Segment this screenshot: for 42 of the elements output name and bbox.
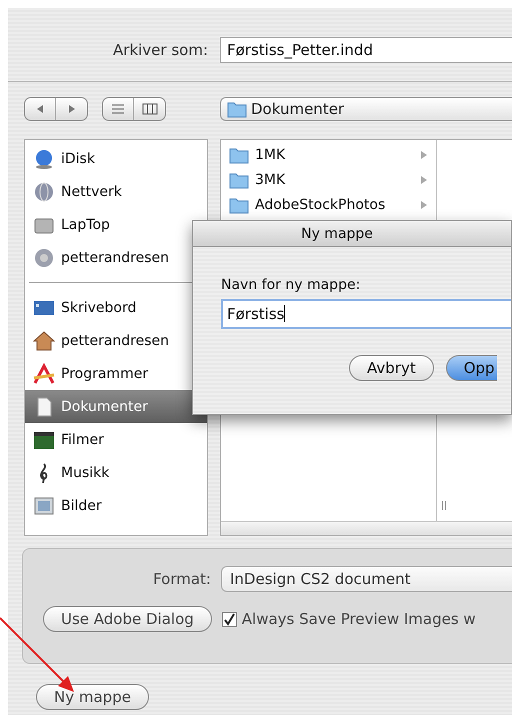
sidebar-item[interactable]: iDisk bbox=[25, 142, 207, 175]
checkbox[interactable] bbox=[222, 612, 237, 626]
sidebar-item[interactable]: Skrivebord bbox=[25, 291, 207, 324]
folder-name-field[interactable]: Førstiss bbox=[221, 299, 511, 329]
folder-row[interactable]: 3MK bbox=[221, 167, 436, 192]
folder-row[interactable]: 1MK bbox=[221, 142, 436, 167]
sidebar-item[interactable]: Nettverk bbox=[25, 175, 207, 208]
folder-row[interactable]: AdobeStockPhotos bbox=[221, 192, 436, 217]
list-icon bbox=[111, 103, 125, 115]
globe-icon bbox=[33, 246, 55, 268]
checkbox-label: Always Save Preview Images w bbox=[242, 610, 476, 628]
format-label: Format: bbox=[152, 570, 211, 588]
default-button[interactable]: Opp bbox=[446, 355, 497, 381]
field-label: Arkiver som: bbox=[112, 41, 208, 59]
sidebar-item[interactable]: Programmer bbox=[25, 357, 207, 390]
file-name-field[interactable]: Førstiss_Petter.indd bbox=[220, 37, 512, 63]
resize-grip-icon[interactable] bbox=[442, 501, 446, 510]
globe-icon bbox=[33, 180, 55, 202]
sidebar-item[interactable]: petterandresen bbox=[25, 324, 207, 357]
folder-icon bbox=[227, 100, 247, 118]
sidebar-item[interactable]: Musikk bbox=[25, 456, 207, 489]
field-label: Navn for ny mappe: bbox=[221, 277, 362, 293]
pencil-ruler-icon bbox=[33, 362, 55, 384]
location-popup[interactable]: Dokumenter bbox=[220, 97, 512, 121]
globe-icon bbox=[33, 148, 55, 170]
right-triangle-icon bbox=[66, 104, 76, 114]
new-folder-button[interactable]: Ny mappe bbox=[36, 684, 149, 710]
sidebar-item[interactable]: Filmer bbox=[25, 423, 207, 456]
house-icon bbox=[33, 330, 55, 352]
left-triangle-icon bbox=[35, 104, 45, 114]
adobe-dialog-button[interactable]: Use Adobe Dialog bbox=[43, 606, 212, 632]
folder-icon bbox=[229, 170, 249, 188]
columns-icon bbox=[142, 103, 158, 115]
format-popup[interactable]: InDesign CS2 document bbox=[221, 566, 512, 592]
dialog-title: Ny mappe bbox=[193, 221, 511, 247]
sidebar-item[interactable]: Dokumenter bbox=[25, 390, 207, 423]
folder-icon bbox=[229, 196, 249, 214]
picture-frame-icon bbox=[33, 494, 55, 516]
folder-icon bbox=[229, 146, 249, 164]
sidebar-item[interactable]: Bilder bbox=[25, 489, 207, 522]
horizontal-scrollbar[interactable] bbox=[221, 521, 512, 535]
cancel-button[interactable]: Avbryt bbox=[349, 355, 434, 381]
